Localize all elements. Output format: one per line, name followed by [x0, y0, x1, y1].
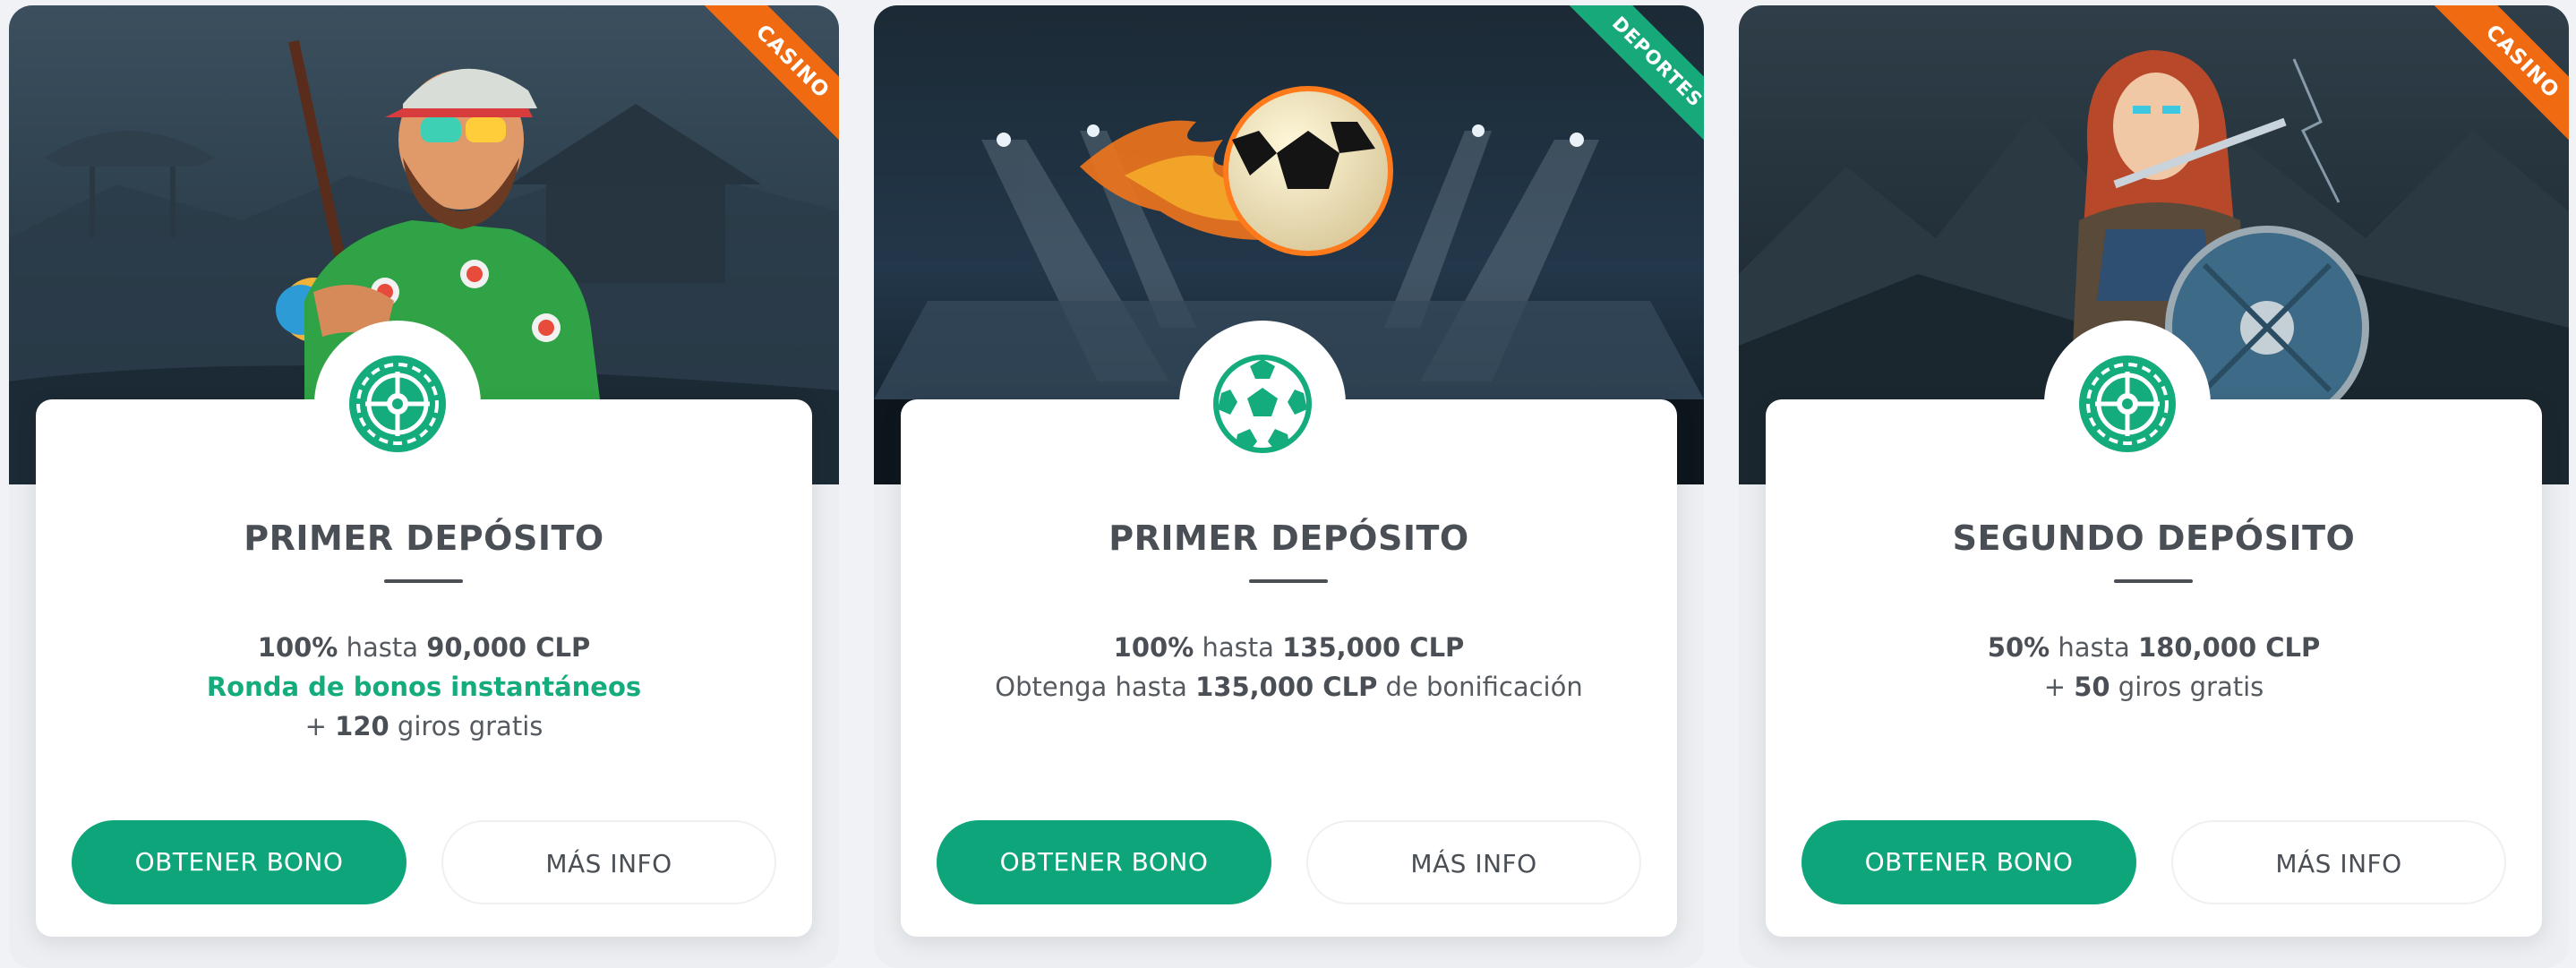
bonus-description: 100% hasta 135,000 CLP Obtenga hasta 135…	[901, 628, 1677, 707]
get-bonus-button[interactable]: OBTENER BONO	[72, 820, 407, 904]
bonus-card-casino-second-deposit: CASINO SEGUNDO DEPÓSITO 50% hasta 180,00…	[1739, 5, 2569, 968]
bonus-card-casino-first-deposit: CASINO PRIMER DEPÓSITO 100% hasta 90,000…	[9, 5, 839, 968]
category-badge	[2044, 321, 2211, 487]
title-divider	[1249, 579, 1328, 583]
bonus-description: 100% hasta 90,000 CLP Ronda de bonos ins…	[36, 628, 812, 746]
bonus-line-2: Obtenga hasta 135,000 CLP de bonificació…	[995, 672, 1583, 702]
bonus-line-1: 100% hasta 135,000 CLP	[1113, 632, 1465, 663]
bonus-title: SEGUNDO DEPÓSITO	[1952, 518, 2356, 558]
title-divider	[2114, 579, 2193, 583]
ribbon: CASINO	[705, 5, 839, 140]
category-badge	[314, 321, 481, 487]
get-bonus-button[interactable]: OBTENER BONO	[937, 820, 1271, 904]
bonus-line-3: + 120 giros gratis	[304, 711, 543, 741]
bonus-description: 50% hasta 180,000 CLP + 50 giros gratis	[1766, 628, 2542, 707]
category-badge	[1179, 321, 1346, 487]
ribbon: DEPORTES	[1570, 5, 1704, 140]
soccer-ball-icon	[1213, 355, 1312, 453]
bonus-card-sports-first-deposit: DEPORTES PRIMER DEPÓSITO 100% hasta 135,…	[874, 5, 1704, 968]
bonus-title: PRIMER DEPÓSITO	[1108, 518, 1469, 558]
more-info-button[interactable]: MÁS INFO	[1306, 820, 1641, 904]
category-ribbon: CASINO	[2435, 5, 2569, 140]
roulette-icon	[349, 356, 446, 452]
title-divider	[384, 579, 463, 583]
category-ribbon: CASINO	[705, 5, 839, 140]
roulette-icon	[2079, 356, 2176, 452]
more-info-button[interactable]: MÁS INFO	[441, 820, 776, 904]
bonus-line-2: + 50 giros gratis	[2043, 672, 2264, 702]
bonus-line-1: 100% hasta 90,000 CLP	[257, 632, 591, 663]
ribbon: CASINO	[2435, 5, 2569, 140]
bonus-title: PRIMER DEPÓSITO	[244, 518, 604, 558]
bonus-line-2: Ronda de bonos instantáneos	[206, 672, 642, 702]
more-info-button[interactable]: MÁS INFO	[2171, 820, 2506, 904]
category-ribbon: DEPORTES	[1570, 5, 1704, 140]
bonus-line-1: 50% hasta 180,000 CLP	[1987, 632, 2321, 663]
get-bonus-button[interactable]: OBTENER BONO	[1801, 820, 2136, 904]
